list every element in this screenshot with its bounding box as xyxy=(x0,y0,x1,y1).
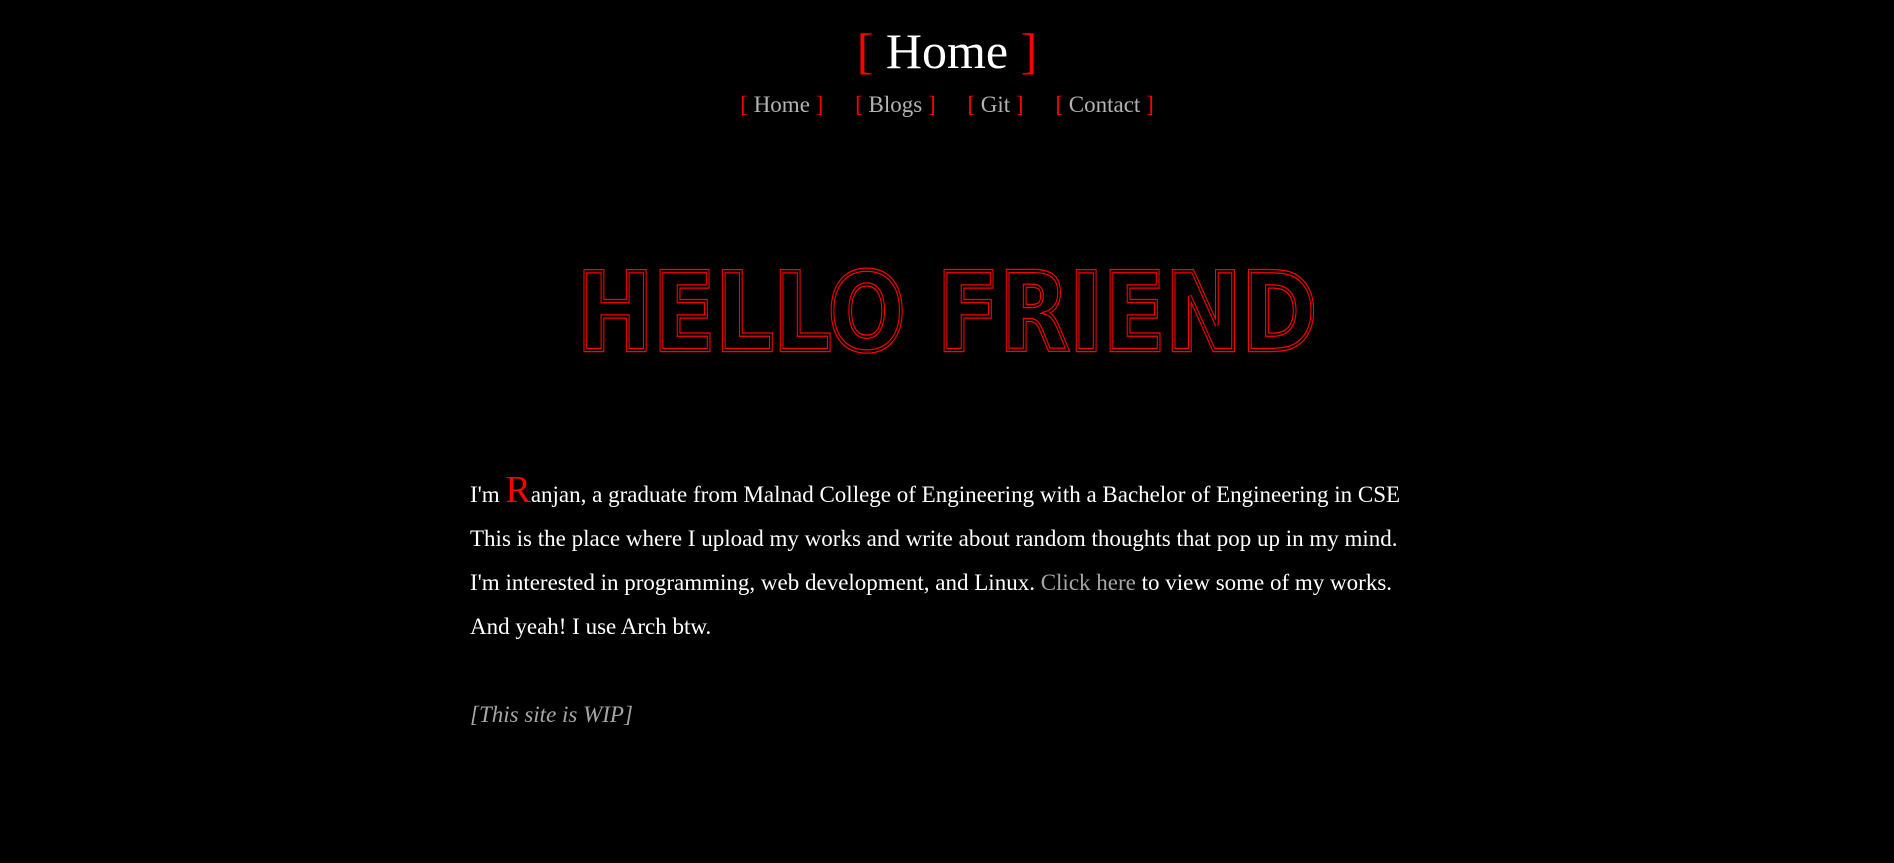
nav-blogs-link[interactable]: [ Blogs ] xyxy=(855,90,936,120)
page-title: [ Home ] xyxy=(0,20,1894,82)
nav-bracket-close: ] xyxy=(927,92,936,117)
nav-bracket-open: [ xyxy=(740,92,748,117)
nav-bracket-close: ] xyxy=(815,92,824,117)
nav-bracket-open: [ xyxy=(1055,92,1064,117)
nav-label: Contact xyxy=(1068,92,1141,117)
hero-banner: HELLO FRIEND HELLO FRIEND xyxy=(0,249,1894,379)
hero-logo: HELLO FRIEND HELLO FRIEND xyxy=(575,249,1320,379)
interests-text: to view some of my works. xyxy=(1135,570,1393,595)
wip-note: [This site is WIP] xyxy=(470,702,633,727)
works-link[interactable]: Click here xyxy=(1041,570,1136,595)
title-bracket-close: ] xyxy=(1020,23,1038,79)
nav-bracket-open: [ xyxy=(967,92,976,117)
nav-bracket-close: ] xyxy=(1015,92,1024,117)
arch-paragraph: And yeah! I use Arch btw. xyxy=(470,614,712,639)
nav-home-link[interactable]: [ Home ] xyxy=(740,90,823,120)
nav-bracket-close: ] xyxy=(1146,92,1154,117)
nav-label: Home xyxy=(753,92,810,117)
interests-paragraph: I'm interested in programming, web devel… xyxy=(470,561,1435,605)
intro-text: anjan, a graduate from Malnad College of… xyxy=(530,482,1401,507)
nav-git-link[interactable]: [ Git ] xyxy=(967,90,1023,120)
intro-text: I'm xyxy=(470,482,506,507)
interests-text: I'm interested in programming, web devel… xyxy=(470,570,1041,595)
nav-label: Git xyxy=(980,92,1011,117)
drop-cap-letter: R xyxy=(505,469,531,511)
page: [ Home ] [ Home ] [ Blogs ] [ Git ] [ Co… xyxy=(0,0,1894,863)
nav-bracket-open: [ xyxy=(855,92,863,117)
title-bracket-open: [ xyxy=(856,23,874,79)
nav-contact-link[interactable]: [ Contact ] xyxy=(1055,90,1153,120)
intro-section: I'm Ranjan, a graduate from Malnad Colle… xyxy=(470,468,1435,737)
about-paragraph: This is the place where I upload my work… xyxy=(470,526,1398,551)
nav-label: Blogs xyxy=(868,92,923,117)
title-text: Home xyxy=(885,23,1009,79)
hero-text-inline: HELLO FRIEND xyxy=(577,251,1317,370)
intro-paragraph: I'm Ranjan, a graduate from Malnad Colle… xyxy=(470,468,1435,517)
main-nav: [ Home ] [ Blogs ] [ Git ] [ Contact ] xyxy=(0,90,1894,120)
